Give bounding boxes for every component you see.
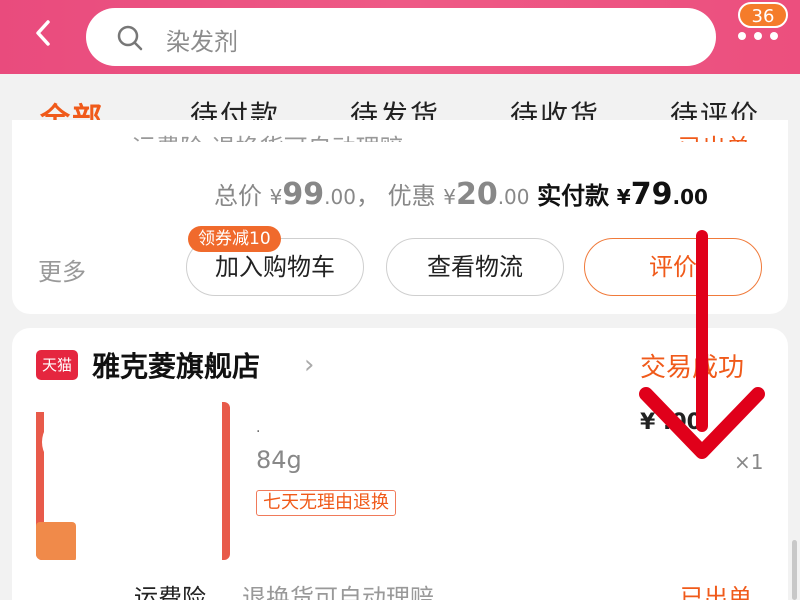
message-count-badge: 36 [738, 2, 788, 28]
currency-symbol: ¥ [269, 185, 283, 209]
currency-symbol: ¥ [443, 185, 456, 209]
tmall-logo-icon: 天猫 [36, 350, 78, 380]
product-spec: 84g [256, 446, 302, 474]
paid-decimal: .00 [672, 185, 708, 209]
shipped-text-cut: 已出单 [678, 128, 750, 142]
more-menu-icon[interactable] [736, 32, 780, 42]
search-input[interactable]: 染发剂 [86, 8, 716, 66]
price-summary: 总价 ¥99.00， 优惠 ¥20.00 实付款 ¥79.00 [214, 176, 708, 212]
total-price: 99 [282, 177, 325, 212]
total-decimal: .00 [324, 185, 356, 209]
shipped-status: 已出单 [680, 584, 752, 600]
return-policy-tag: 七天无理由退换 [256, 490, 396, 516]
search-placeholder: 染发剂 [166, 28, 238, 56]
paid-label: 实付款 [537, 182, 610, 210]
view-logistics-button[interactable]: 查看物流 [386, 238, 564, 296]
paid-amount: 79 [630, 177, 673, 212]
back-icon[interactable] [32, 18, 62, 54]
total-label: 总价 [214, 182, 262, 210]
insurance-text: 退换货可自动理赔 [242, 584, 434, 600]
product-title-fragment: . [256, 420, 261, 436]
discount-label: 优惠 [387, 182, 436, 210]
product-thumbnail[interactable] [36, 402, 230, 560]
scrollbar[interactable] [792, 540, 797, 600]
store-name[interactable]: 雅克菱旗舰店 [92, 345, 260, 385]
discount-decimal: .00 [497, 185, 530, 209]
currency-symbol: ¥ [616, 185, 631, 209]
search-icon [117, 25, 143, 51]
comma: ， [355, 182, 380, 210]
chevron-right-icon[interactable]: › [304, 350, 314, 380]
insurance-text-cut: 运费险 退换货可自动理赔 [132, 128, 404, 142]
coupon-badge: 领券减10 [188, 226, 281, 252]
cut-off-row: 运费险 退换货可自动理赔 已出单 [12, 120, 788, 142]
scroll-down-arrow-icon [639, 230, 765, 459]
more-actions-link[interactable]: 更多 [38, 252, 86, 287]
top-bar: 染发剂 36 [0, 0, 800, 74]
insurance-label: 运费险 [134, 584, 206, 600]
discount-amount: 20 [455, 177, 498, 212]
